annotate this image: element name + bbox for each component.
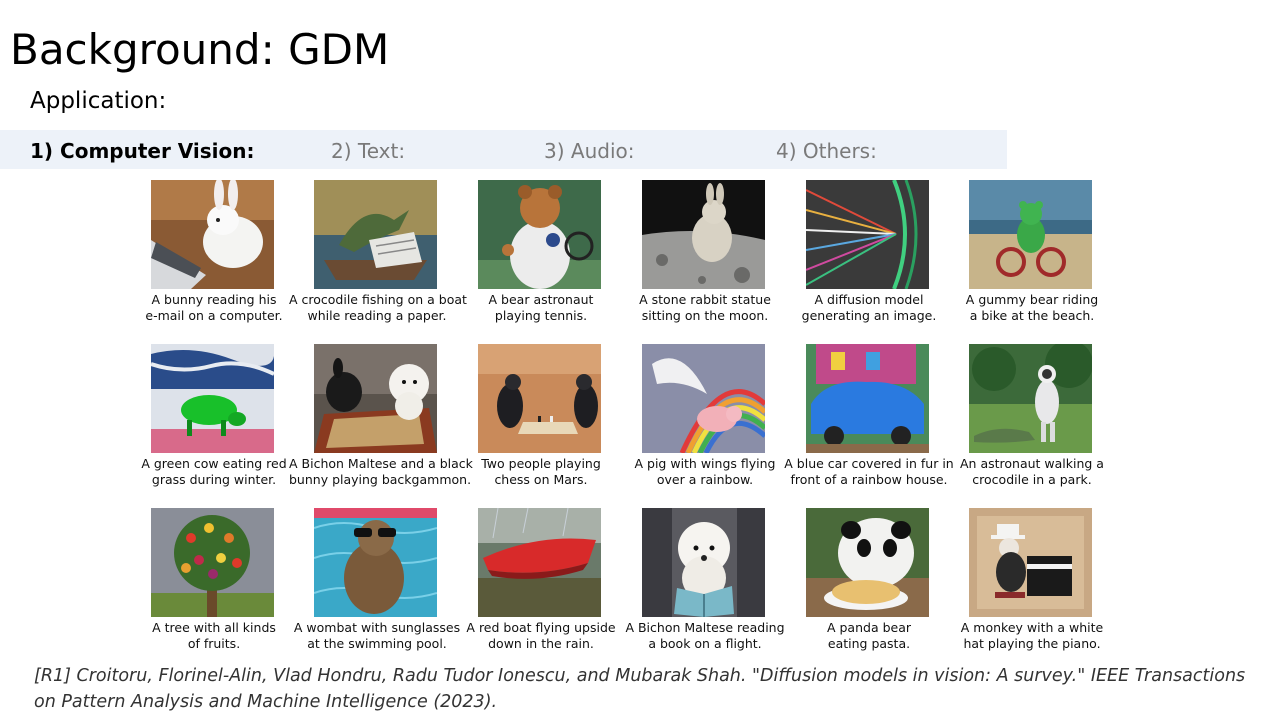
caption: A red boat flying upside down in the rain…	[466, 620, 616, 651]
caption: A blue car covered in fur in front of a r…	[784, 456, 954, 487]
category-computer-vision: 1) Computer Vision:	[30, 139, 255, 163]
flying-pig-image	[642, 344, 765, 453]
panda-pasta-image	[806, 508, 929, 617]
category-text: 2) Text:	[331, 139, 406, 163]
bunny-laptop-image	[151, 180, 274, 289]
caption: A tree with all kinds of fruits.	[152, 620, 276, 651]
astronaut-crocodile-image	[969, 344, 1092, 453]
category-audio: 3) Audio:	[544, 139, 635, 163]
caption: An astronaut walking a crocodile in a par…	[960, 456, 1104, 487]
caption: Two people playing chess on Mars.	[481, 456, 601, 487]
reference-citation: [R1] Croitoru, Florinel-Alin, Vlad Hondr…	[34, 666, 1246, 712]
caption: A Bichon Maltese reading a book on a flig…	[625, 620, 785, 651]
gummy-bear-bike-image	[969, 180, 1092, 289]
caption: A green cow eating red grass during winte…	[141, 456, 287, 487]
slide-subtitle: Application:	[30, 88, 167, 114]
caption: A wombat with sunglasses at the swimming …	[293, 620, 461, 651]
caption: A Bichon Maltese and a black bunny playin…	[289, 456, 473, 487]
diffusion-model-image	[806, 180, 929, 289]
bear-astronaut-image	[478, 180, 601, 289]
caption: A monkey with a white hat playing the pia…	[960, 620, 1104, 651]
caption: A gummy bear riding a bike at the beach.	[965, 292, 1099, 323]
slide-title: Background: GDM	[10, 25, 390, 74]
caption: A crocodile fishing on a boat while readi…	[289, 292, 467, 323]
caption: A bear astronaut playing tennis.	[488, 292, 594, 323]
wombat-pool-image	[314, 508, 437, 617]
caption: A diffusion model generating an image.	[801, 292, 937, 323]
category-others: 4) Others:	[776, 139, 877, 163]
red-boat-image	[478, 508, 601, 617]
caption: A bunny reading his e-mail on a computer.	[145, 292, 283, 323]
caption: A stone rabbit statue sitting on the moon…	[639, 292, 771, 323]
bichon-reading-image	[642, 508, 765, 617]
bichon-backgammon-image	[314, 344, 437, 453]
rabbit-statue-moon-image	[642, 180, 765, 289]
green-cow-image	[151, 344, 274, 453]
caption: A panda bear eating pasta.	[826, 620, 912, 651]
crocodile-boat-image	[314, 180, 437, 289]
caption: A pig with wings flying over a rainbow.	[634, 456, 776, 487]
fruit-tree-image	[151, 508, 274, 617]
monkey-piano-image	[969, 508, 1092, 617]
chess-mars-image	[478, 344, 601, 453]
furry-car-image	[806, 344, 929, 453]
